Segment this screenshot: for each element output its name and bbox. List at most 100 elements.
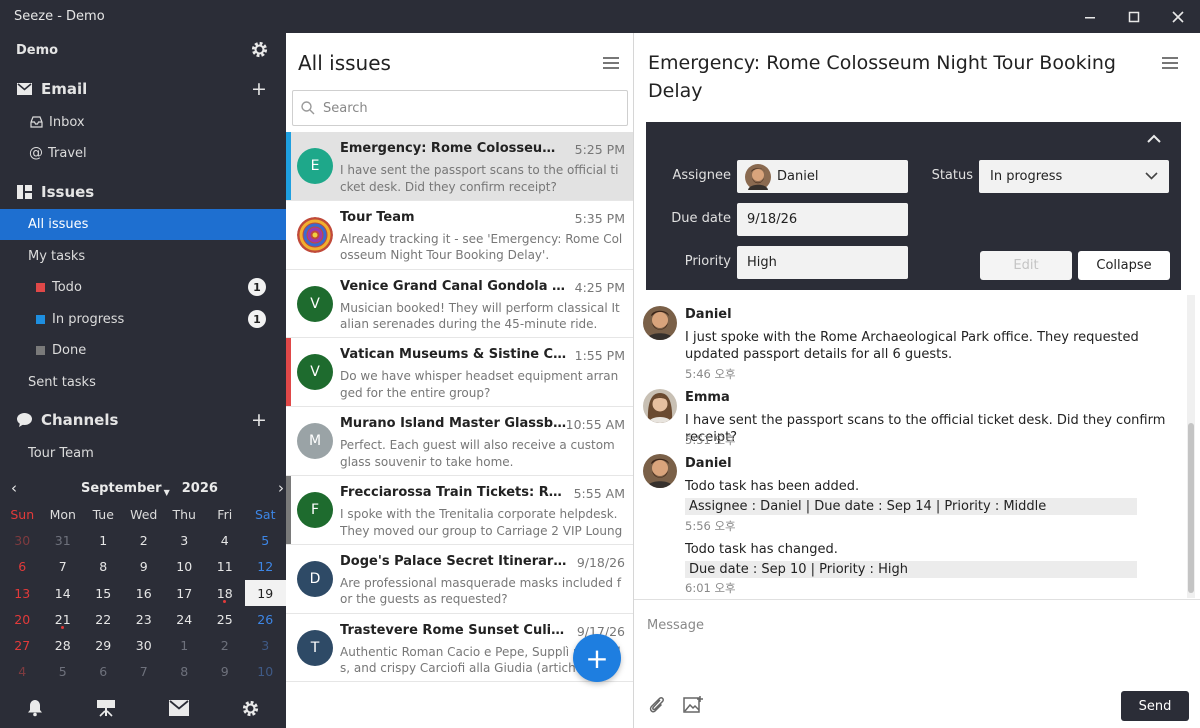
calendar-day-today[interactable]: 19	[245, 579, 286, 607]
issue-list-item[interactable]: V Vatican Museums & Sistine Chapel Tour 1:…	[286, 338, 633, 408]
calendar-day[interactable]: 9	[124, 554, 165, 580]
calendar-day[interactable]: 7	[124, 659, 165, 685]
sidebar-item-done[interactable]: Done	[0, 339, 286, 361]
issues-section-header[interactable]: Issues	[0, 180, 286, 204]
calendar-day[interactable]: 29	[83, 632, 124, 658]
sidebar-item-inbox[interactable]: Inbox	[0, 111, 286, 133]
calendar-day[interactable]: 1	[83, 527, 124, 553]
issue-detail-pane: Emergency: Rome Colosseum Night Tour Boo…	[634, 33, 1200, 728]
settings-gear-icon[interactable]	[250, 40, 269, 59]
assignee-field[interactable]: Daniel	[737, 160, 908, 193]
issue-time: 5:25 PM	[574, 142, 625, 157]
calendar-day[interactable]: 6	[83, 659, 124, 685]
calendar-day[interactable]: 8	[83, 554, 124, 580]
maximize-button[interactable]	[1112, 0, 1156, 33]
bell-icon[interactable]	[26, 699, 44, 717]
calendar-day[interactable]: 1	[164, 632, 205, 658]
edit-button[interactable]: Edit	[980, 251, 1072, 280]
calendar-day[interactable]: 21	[43, 606, 84, 632]
sidebar-item-in-progress[interactable]: In progress 1	[0, 308, 286, 330]
minimize-button[interactable]	[1068, 0, 1112, 33]
calendar-month[interactable]: September	[81, 481, 162, 496]
calendar-day[interactable]: 16	[124, 580, 165, 606]
weekday-label: Thu	[172, 506, 196, 522]
email-section-header[interactable]: Email +	[0, 77, 286, 101]
next-month-icon[interactable]: ›	[278, 479, 284, 497]
issue-list-item[interactable]: F Frecciarossa Train Tickets: Rome to Flo…	[286, 476, 633, 545]
sidebar-item-travel[interactable]: @ Travel	[0, 142, 286, 164]
calendar-day[interactable]: 5	[43, 659, 84, 685]
chevron-up-icon[interactable]	[1147, 134, 1161, 143]
sidebar-item-my-tasks[interactable]: My tasks	[0, 245, 286, 267]
sidebar-item-all-issues[interactable]: All issues	[0, 209, 286, 240]
issue-list-item[interactable]: D Doge's Palace Secret Itineraries Tour 9/…	[286, 544, 633, 614]
calendar-day[interactable]: 4	[2, 659, 43, 685]
calendar-day[interactable]: 18	[205, 580, 246, 606]
calendar-day[interactable]: 13	[2, 580, 43, 606]
calendar-day[interactable]: 3	[164, 527, 205, 553]
sidebar-item-sent-tasks[interactable]: Sent tasks	[0, 371, 286, 393]
calendar-day[interactable]: 2	[205, 632, 246, 658]
collapse-button[interactable]: Collapse	[1078, 251, 1170, 280]
calendar-day[interactable]: 27	[2, 632, 43, 658]
calendar-day[interactable]: 7	[43, 554, 84, 580]
calendar-day[interactable]: 22	[83, 606, 124, 632]
close-button[interactable]	[1156, 0, 1200, 33]
calendar-day[interactable]: 30	[124, 632, 165, 658]
presentation-board-icon[interactable]	[96, 699, 116, 717]
calendar-day[interactable]: 6	[2, 554, 43, 580]
calendar-day[interactable]: 8	[164, 659, 205, 685]
priority-field[interactable]: High	[737, 246, 908, 279]
sidebar-item-tour-team[interactable]: Tour Team	[0, 442, 286, 464]
calendar-day[interactable]: 31	[43, 527, 84, 553]
list-menu-icon[interactable]	[603, 57, 619, 69]
due-date-value: 9/18/26	[747, 212, 798, 227]
message-scrollbar[interactable]	[1187, 295, 1195, 598]
add-email-icon[interactable]: +	[251, 78, 267, 100]
paperclip-icon[interactable]	[648, 695, 666, 715]
calendar-day[interactable]: 30	[2, 527, 43, 553]
issue-title: Tour Team	[340, 209, 415, 225]
detail-menu-icon[interactable]	[1162, 57, 1178, 69]
calendar-day[interactable]: 11	[205, 554, 246, 580]
calendar-day[interactable]: 17	[164, 580, 205, 606]
calendar-day[interactable]: 5	[245, 527, 286, 553]
month-dropdown-icon[interactable]: ▼	[164, 488, 170, 497]
calendar-day[interactable]: 14	[43, 580, 84, 606]
calendar-day[interactable]: 10	[245, 659, 286, 685]
calendar-day[interactable]: 24	[164, 606, 205, 632]
add-channel-icon[interactable]: +	[251, 409, 267, 431]
at-sign-icon: @	[29, 145, 43, 161]
sidebar-item-todo[interactable]: Todo 1	[0, 276, 286, 298]
scrollbar-thumb[interactable]	[1188, 423, 1194, 593]
search-box[interactable]: Search	[292, 90, 628, 126]
calendar-day[interactable]: 15	[83, 580, 124, 606]
send-button[interactable]: Send	[1121, 691, 1189, 721]
calendar-day[interactable]: 2	[124, 527, 165, 553]
calendar-day[interactable]: 12	[245, 554, 286, 580]
calendar-day[interactable]: 28	[43, 632, 84, 658]
message-input[interactable]: Message	[647, 618, 704, 633]
calendar-day[interactable]: 23	[124, 606, 165, 632]
gear-icon[interactable]	[241, 699, 260, 718]
status-select[interactable]: In progress	[979, 160, 1169, 193]
calendar-day[interactable]: 10	[164, 554, 205, 580]
calendar-day[interactable]: 3	[245, 632, 286, 658]
issue-properties-card: Assignee Daniel Status In progress Due d…	[646, 122, 1181, 290]
calendar-day[interactable]: 26	[245, 606, 286, 632]
issue-list-item[interactable]: Tour Team 5:35 PM Already tracking it - se…	[286, 200, 633, 270]
envelope-icon[interactable]	[168, 700, 189, 716]
add-issue-button[interactable]: +	[573, 634, 621, 682]
calendar-day[interactable]: 25	[205, 606, 246, 632]
search-input[interactable]: Search	[323, 101, 368, 116]
image-attach-icon[interactable]	[683, 695, 705, 715]
issue-list-item[interactable]: E Emergency: Rome Colosseum Night Tour Bo…	[286, 132, 633, 201]
calendar-day[interactable]: 20	[2, 606, 43, 632]
prev-month-icon[interactable]: ‹	[11, 479, 17, 497]
calendar-day[interactable]: 9	[205, 659, 246, 685]
issue-list-item[interactable]: M Murano Island Master Glassblowing Demo1…	[286, 407, 633, 476]
due-date-field[interactable]: 9/18/26	[737, 203, 908, 236]
calendar-day[interactable]: 4	[205, 527, 246, 553]
channels-section-header[interactable]: Channels +	[0, 408, 286, 432]
issue-list-item[interactable]: V Venice Grand Canal Gondola Serenade 4:25…	[286, 269, 633, 339]
